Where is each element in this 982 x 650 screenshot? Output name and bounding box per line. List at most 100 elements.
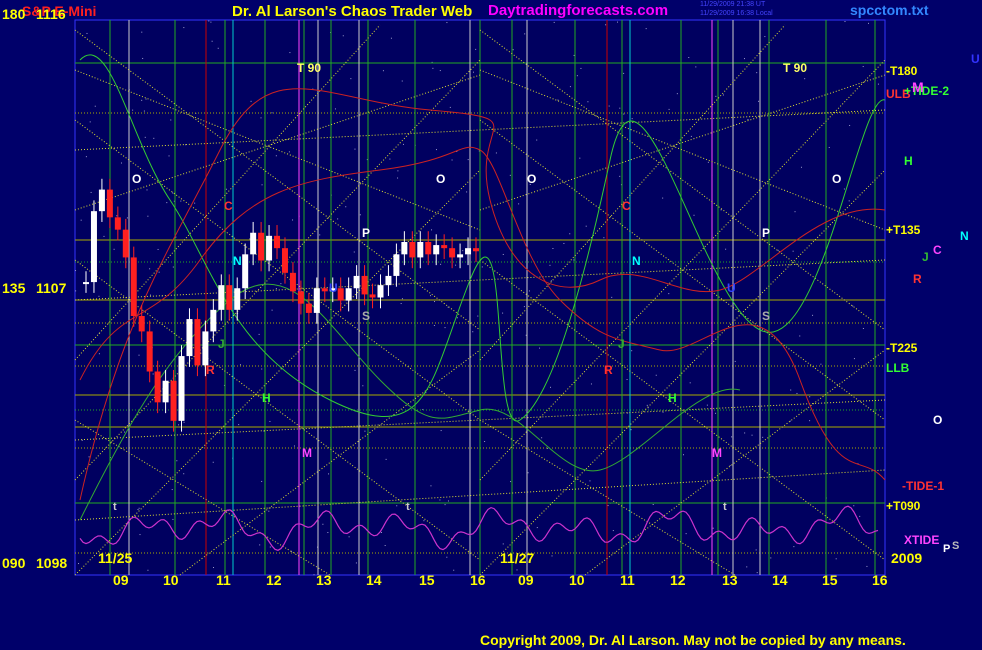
chart-marker: H: [262, 391, 271, 405]
star-dot: [612, 530, 614, 532]
star-dot: [137, 508, 139, 510]
star-dot: [523, 306, 525, 308]
price-bar-body: [258, 232, 265, 261]
star-dot: [397, 177, 399, 179]
price-bar-body: [409, 242, 416, 258]
star-dot: [770, 557, 772, 559]
star-dot: [289, 52, 291, 54]
star-dot: [605, 24, 607, 26]
star-dot: [852, 305, 854, 307]
price-bar-body: [369, 294, 376, 298]
price-bar-body: [194, 319, 201, 366]
star-dot: [381, 531, 382, 533]
star-dot: [590, 383, 592, 385]
star-dot: [210, 21, 212, 23]
star-dot: [132, 109, 134, 111]
star-dot: [250, 100, 252, 102]
star-dot: [143, 110, 145, 112]
star-dot: [729, 465, 731, 467]
year-label: 2009: [891, 550, 923, 566]
price-bar-body: [425, 242, 432, 255]
price-bar-body: [242, 254, 249, 289]
star-dot: [354, 369, 356, 371]
right-label: -T180: [886, 64, 918, 78]
price-bar-body: [146, 331, 153, 372]
star-dot: [693, 214, 695, 216]
star-dot: [139, 534, 141, 536]
star-dot: [334, 108, 336, 110]
star-dot: [141, 99, 143, 101]
star-dot: [689, 382, 691, 384]
star-dot: [152, 373, 154, 375]
star-dot: [147, 215, 149, 217]
price-bar-body: [114, 217, 121, 230]
star-dot: [509, 174, 511, 176]
price-bar-body: [83, 282, 89, 285]
chart-marker: T 90: [783, 61, 808, 75]
price-bar-body: [449, 248, 456, 258]
star-dot: [225, 188, 227, 190]
star-dot: [617, 21, 619, 23]
star-dot: [451, 159, 453, 161]
star-dot: [269, 546, 271, 548]
star-dot: [142, 57, 144, 59]
star-dot: [758, 100, 760, 102]
star-dot: [619, 107, 621, 109]
star-dot: [662, 411, 664, 413]
star-dot: [116, 215, 118, 217]
star-dot: [868, 22, 869, 24]
star-dot: [455, 264, 457, 266]
price-bar-body: [401, 242, 408, 255]
star-dot: [385, 458, 387, 460]
price-bar-body: [186, 319, 193, 357]
star-dot: [261, 184, 263, 186]
star-dot: [751, 434, 753, 436]
site-logo[interactable]: Daytradingforecasts.com: [488, 2, 668, 19]
star-dot: [88, 456, 90, 458]
star-dot: [579, 157, 581, 159]
star-dot: [848, 200, 850, 202]
x-tick-label: 09: [518, 572, 534, 588]
star-dot: [853, 505, 855, 507]
star-dot: [146, 189, 148, 191]
star-dot: [859, 515, 861, 517]
star-dot: [668, 293, 670, 295]
star-dot: [75, 290, 77, 292]
star-dot: [541, 437, 543, 439]
star-dot: [345, 206, 347, 208]
price-bar-body: [274, 235, 281, 249]
price-bar-body: [122, 229, 129, 258]
star-dot: [147, 569, 149, 571]
legend-planet: U: [971, 52, 980, 66]
star-dot: [580, 67, 582, 69]
star-dot: [744, 432, 746, 434]
star-dot: [183, 421, 185, 423]
star-dot: [524, 33, 526, 35]
price-bar-body: [202, 331, 209, 366]
y-tick-top-harmonic: 180: [2, 6, 26, 22]
price-bar-body: [90, 211, 97, 283]
star-dot: [800, 166, 802, 168]
star-dot: [90, 191, 92, 193]
star-dot: [475, 48, 477, 50]
star-dot: [630, 429, 632, 431]
star-dot: [429, 295, 431, 297]
price-bar-body: [465, 248, 472, 255]
chart-marker: C: [622, 199, 631, 213]
price-bar-body: [321, 288, 328, 292]
chart-title: Dr. Al Larson's Chaos Trader Web: [232, 3, 473, 20]
star-dot: [396, 505, 398, 507]
star-dot: [844, 21, 846, 23]
star-dot: [258, 333, 260, 335]
star-dot: [293, 445, 295, 447]
star-dot: [217, 47, 219, 49]
star-dot: [168, 155, 170, 157]
star-dot: [355, 562, 357, 564]
star-dot: [271, 309, 273, 311]
chart-marker: t: [113, 501, 117, 513]
star-dot: [124, 431, 126, 433]
star-dot: [706, 404, 708, 406]
star-dot: [720, 209, 722, 211]
chart-marker: J: [218, 337, 225, 351]
star-dot: [153, 137, 155, 139]
